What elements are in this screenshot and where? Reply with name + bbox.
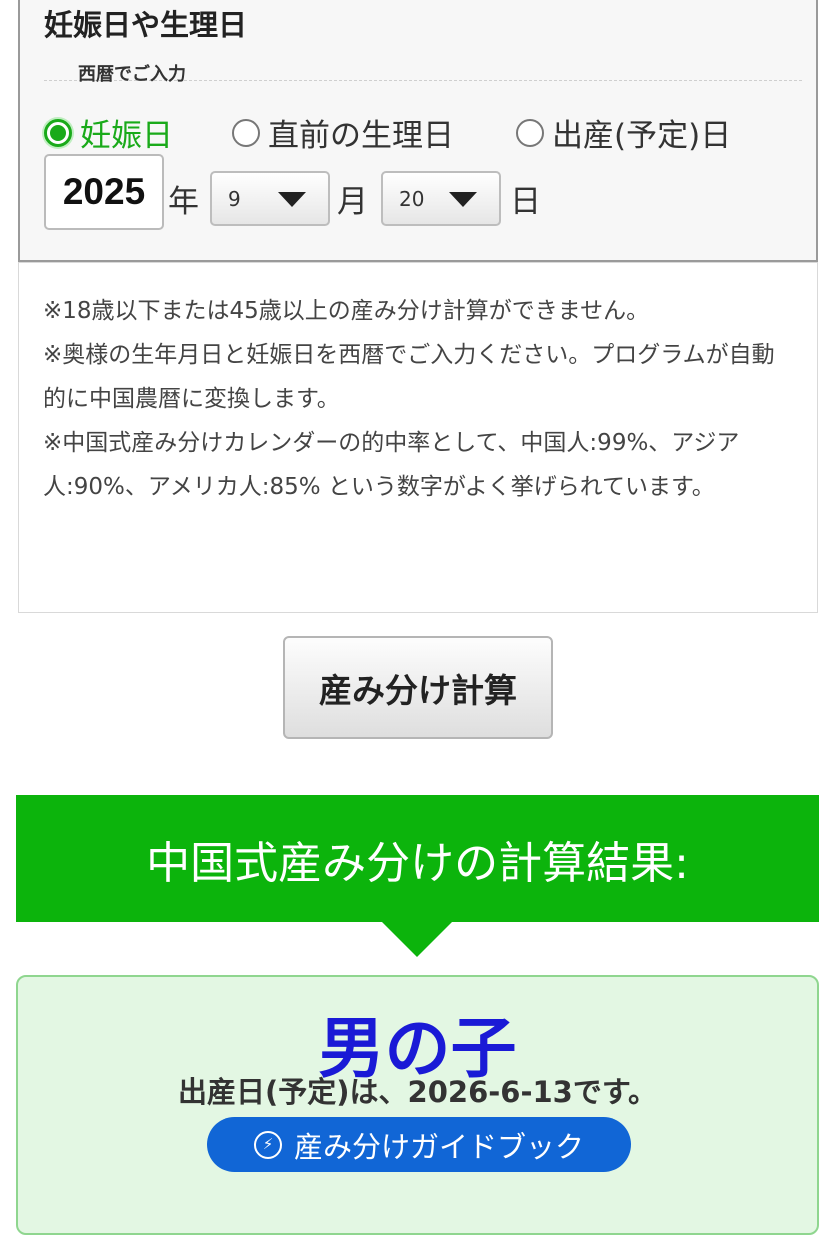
month-unit: 月 bbox=[337, 184, 368, 220]
notes-box: ※18歳以下または45歳以上の産み分け計算ができません。 ※奥様の生年月日と妊娠… bbox=[18, 262, 818, 613]
day-value: 20 bbox=[399, 186, 425, 211]
radio-last-period-date[interactable]: 直前の生理日 bbox=[232, 110, 454, 155]
note-age-limit: ※18歳以下または45歳以上の産み分け計算ができません。 bbox=[43, 298, 650, 324]
day-select[interactable]: 20 bbox=[381, 171, 501, 226]
radio-label: 妊娠日 bbox=[80, 118, 173, 154]
year-unit: 年 bbox=[168, 184, 199, 220]
chevron-down-icon bbox=[449, 192, 477, 207]
radio-checked-icon[interactable] bbox=[44, 118, 72, 147]
result-box: 男の子 出産日(予定)は、2026-6-13です。 ⚡ 産み分けガイドブック bbox=[16, 975, 819, 1235]
due-date-text: 出産日(予定)は、2026-6-13です。 bbox=[178, 1075, 657, 1109]
guidebook-button[interactable]: ⚡ 産み分けガイドブック bbox=[207, 1117, 631, 1172]
note-input-instruction: ※奥様の生年月日と妊娠日を西暦でご入力ください。プログラムが自動的に中国農暦に変… bbox=[43, 342, 775, 412]
month-value: 9 bbox=[228, 186, 241, 211]
note-accuracy: ※中国式産み分けカレンダーの的中率として、中国人:99%、アジア人:90%、アメ… bbox=[43, 430, 740, 500]
calculate-button[interactable]: 産み分け計算 bbox=[283, 636, 553, 739]
result-header: 中国式産み分けの計算結果: bbox=[16, 795, 819, 922]
panel-title: 妊娠日や生理日 bbox=[44, 8, 248, 42]
chevron-down-icon bbox=[278, 192, 306, 207]
radio-unchecked-icon[interactable] bbox=[516, 118, 544, 147]
radio-due-date[interactable]: 出産(予定)日 bbox=[516, 110, 731, 155]
era-label: 西暦でご入力 bbox=[78, 64, 186, 85]
result-arrow-icon bbox=[381, 921, 453, 957]
radio-label: 出産(予定)日 bbox=[552, 118, 732, 154]
day-unit: 日 bbox=[510, 184, 541, 220]
guidebook-label: 産み分けガイドブック bbox=[293, 1129, 584, 1164]
radio-pregnancy-date[interactable]: 妊娠日 bbox=[44, 110, 173, 155]
month-select[interactable]: 9 bbox=[210, 171, 330, 226]
bolt-icon: ⚡ bbox=[253, 1130, 282, 1159]
radio-label: 直前の生理日 bbox=[268, 118, 454, 154]
date-input-panel: 妊娠日や生理日 西暦でご入力 妊娠日 直前の生理日 出産(予定)日 2025 年… bbox=[18, 0, 818, 262]
year-input[interactable]: 2025 bbox=[44, 154, 164, 230]
radio-unchecked-icon[interactable] bbox=[232, 118, 260, 147]
